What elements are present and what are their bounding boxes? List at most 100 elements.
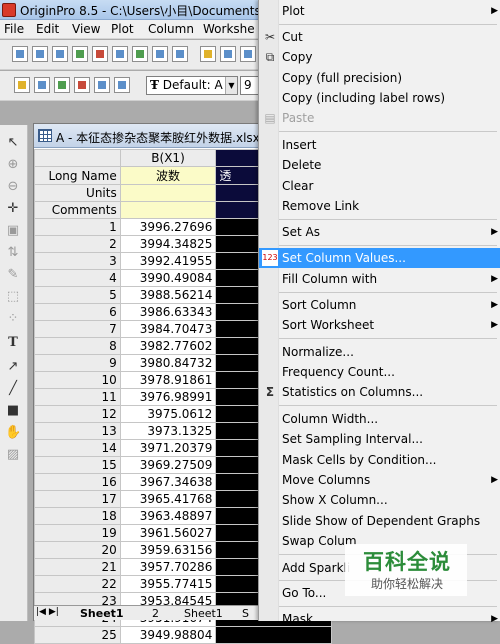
row-number[interactable]: 1 bbox=[34, 218, 121, 236]
new-excel-icon[interactable] bbox=[132, 46, 148, 62]
region-icon[interactable]: ⬚ bbox=[5, 289, 21, 305]
data-selector-icon[interactable]: ⇅ bbox=[5, 245, 21, 261]
recalculate-icon[interactable] bbox=[54, 77, 70, 93]
table-row[interactable]: 25 3949.98804 bbox=[34, 626, 332, 644]
new-workbook-icon[interactable] bbox=[32, 46, 48, 62]
units-cell-b[interactable] bbox=[119, 184, 217, 202]
menu-item-copy[interactable]: ⧉ Copy bbox=[259, 47, 500, 67]
column-header-b[interactable]: B(X1) bbox=[119, 149, 217, 167]
tab-sheet1[interactable]: Sheet1 bbox=[80, 607, 124, 620]
menu-item-mask[interactable]: Mask ▶ bbox=[259, 609, 500, 629]
row-number[interactable]: 22 bbox=[34, 575, 121, 593]
menu-item-clear[interactable]: Clear bbox=[259, 176, 500, 196]
row-number[interactable]: 2 bbox=[34, 235, 121, 253]
cell-b[interactable]: 3990.49084 bbox=[119, 269, 217, 287]
row-number[interactable]: 25 bbox=[34, 626, 121, 644]
zoom-out-icon[interactable]: ⊖ bbox=[5, 179, 21, 195]
menu-item-fill-column-with[interactable]: Fill Column with ▶ bbox=[259, 269, 500, 289]
cell-b[interactable]: 3980.84732 bbox=[119, 354, 217, 372]
row-number[interactable]: 4 bbox=[34, 269, 121, 287]
cell-b[interactable]: 3975.0612 bbox=[119, 405, 217, 423]
row-number[interactable]: 3 bbox=[34, 252, 121, 270]
cell-b[interactable]: 3949.98804 bbox=[119, 626, 217, 644]
cell-b[interactable]: 3955.77415 bbox=[119, 575, 217, 593]
row-number[interactable]: 20 bbox=[34, 541, 121, 559]
new-graph-icon[interactable] bbox=[52, 46, 68, 62]
cell-b[interactable]: 3965.41768 bbox=[119, 490, 217, 508]
font-select[interactable]: Ŧ Default: A ▼ bbox=[146, 76, 238, 95]
row-number[interactable]: 12 bbox=[34, 405, 121, 423]
menu-item-normalize[interactable]: Normalize... bbox=[259, 342, 500, 362]
menu-item-move-columns[interactable]: Move Columns ▶ bbox=[259, 470, 500, 490]
menu-item-set-column-values[interactable]: 123 Set Column Values... bbox=[259, 248, 500, 268]
row-number[interactable]: 7 bbox=[34, 320, 121, 338]
menu-item-copy-label-rows[interactable]: Copy (including label rows) bbox=[259, 88, 500, 108]
cell-b[interactable]: 3963.48897 bbox=[119, 507, 217, 525]
row-number[interactable]: 19 bbox=[34, 524, 121, 542]
cell-b[interactable]: 3982.77602 bbox=[119, 337, 217, 355]
row-number[interactable]: 21 bbox=[34, 558, 121, 576]
menu-item-column-width[interactable]: Column Width... bbox=[259, 409, 500, 429]
new-tool-icon[interactable] bbox=[172, 46, 188, 62]
edit-icon[interactable] bbox=[14, 77, 30, 93]
layer-icon[interactable] bbox=[114, 77, 130, 93]
draw-data-icon[interactable]: ✎ bbox=[5, 267, 21, 283]
cell-b[interactable]: 3973.1325 bbox=[119, 422, 217, 440]
menu-file[interactable]: File bbox=[4, 22, 24, 36]
cell-b[interactable]: 3996.27696 bbox=[119, 218, 217, 236]
row-number[interactable]: 18 bbox=[34, 507, 121, 525]
menu-item-set-as[interactable]: Set As ▶ bbox=[259, 222, 500, 242]
menu-item-cut[interactable]: ✂ Cut bbox=[259, 27, 500, 47]
color-icon[interactable] bbox=[74, 77, 90, 93]
format-icon[interactable] bbox=[94, 77, 110, 93]
menu-item-statistics-on-columns[interactable]: Σ Statistics on Columns... bbox=[259, 382, 500, 402]
row-number[interactable]: 17 bbox=[34, 490, 121, 508]
save-icon[interactable] bbox=[240, 46, 256, 62]
menu-item-delete[interactable]: Delete bbox=[259, 155, 500, 175]
menu-item-set-sampling-interval[interactable]: Set Sampling Interval... bbox=[259, 429, 500, 449]
cell-b[interactable]: 3967.34638 bbox=[119, 473, 217, 491]
cell-b[interactable]: 3971.20379 bbox=[119, 439, 217, 457]
cell-b[interactable]: 3992.41955 bbox=[119, 252, 217, 270]
row-number[interactable]: 10 bbox=[34, 371, 121, 389]
row-number[interactable]: 5 bbox=[34, 286, 121, 304]
open-icon[interactable] bbox=[200, 46, 216, 62]
new-layout-icon[interactable] bbox=[112, 46, 128, 62]
cell-b[interactable]: 3976.98991 bbox=[119, 388, 217, 406]
cell-b[interactable]: 3986.63343 bbox=[119, 303, 217, 321]
comments-cell-b[interactable] bbox=[119, 201, 217, 219]
arrow-tool-icon[interactable]: ↗ bbox=[5, 359, 21, 375]
menu-item-plot[interactable]: Plot ▶ bbox=[259, 1, 500, 21]
cell-b[interactable]: 3957.70286 bbox=[119, 558, 217, 576]
menu-item-sort-worksheet[interactable]: Sort Worksheet ▶ bbox=[259, 315, 500, 335]
row-number[interactable]: 14 bbox=[34, 439, 121, 457]
menu-view[interactable]: View bbox=[72, 22, 100, 36]
cell-c[interactable] bbox=[215, 626, 332, 644]
rectangle-tool-icon[interactable]: ■ bbox=[5, 403, 21, 419]
tab-more[interactable]: S bbox=[242, 607, 249, 620]
open-template-icon[interactable] bbox=[220, 46, 236, 62]
corner-cell[interactable] bbox=[34, 149, 121, 167]
tab-sheet1-b[interactable]: Sheet1 bbox=[184, 607, 223, 620]
text-tool-icon[interactable]: T bbox=[5, 335, 21, 351]
long-name-cell-b[interactable]: 波数 bbox=[119, 166, 217, 185]
menu-item-remove-link[interactable]: Remove Link bbox=[259, 196, 500, 216]
cell-b[interactable]: 3994.34825 bbox=[119, 235, 217, 253]
pointer-icon[interactable]: ↖ bbox=[5, 135, 21, 151]
menu-item-show-x-column[interactable]: Show X Column... bbox=[259, 490, 500, 510]
menu-item-mask-cells[interactable]: Mask Cells by Condition... bbox=[259, 450, 500, 470]
hand-tool-icon[interactable]: ✋ bbox=[5, 425, 21, 441]
data-reader-icon[interactable]: ▣ bbox=[5, 223, 21, 239]
menu-column[interactable]: Column bbox=[148, 22, 194, 36]
new-project-icon[interactable] bbox=[12, 46, 28, 62]
row-number[interactable]: 16 bbox=[34, 473, 121, 491]
row-number[interactable]: 11 bbox=[34, 388, 121, 406]
row-number[interactable]: 9 bbox=[34, 354, 121, 372]
zoom-in-icon[interactable]: ⊕ bbox=[5, 157, 21, 173]
line-tool-icon[interactable]: ╱ bbox=[5, 381, 21, 397]
tab-scroll-icon[interactable]: |◀ ▶| bbox=[36, 607, 59, 617]
tab-two[interactable]: 2 bbox=[152, 607, 159, 620]
cell-b[interactable]: 3969.27509 bbox=[119, 456, 217, 474]
row-number[interactable]: 8 bbox=[34, 337, 121, 355]
cell-b[interactable]: 3959.63156 bbox=[119, 541, 217, 559]
